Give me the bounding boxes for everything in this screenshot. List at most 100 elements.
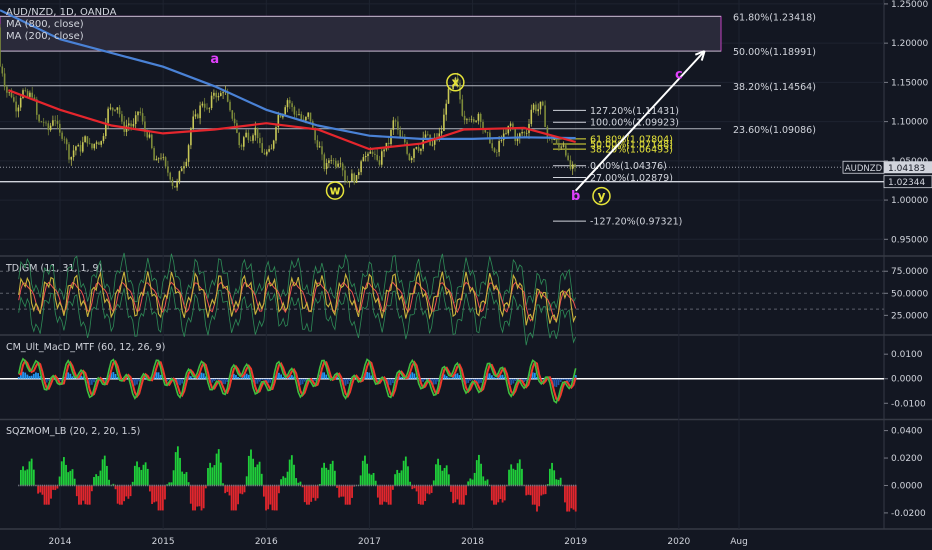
fib-zone[interactable] — [0, 15, 722, 52]
candle-body — [116, 107, 119, 110]
candle-body — [286, 100, 289, 108]
candle-body — [447, 88, 450, 104]
squeeze-bar — [493, 485, 495, 505]
squeeze-bar — [153, 485, 156, 503]
macd-histogram-bar — [456, 373, 459, 379]
squeeze-dot — [525, 484, 527, 487]
squeeze-bar — [372, 472, 375, 486]
squeeze-dot — [415, 484, 418, 487]
candle-body — [259, 138, 261, 144]
candle-body — [268, 149, 270, 152]
squeeze-bar — [508, 469, 510, 486]
squeeze-bar — [26, 469, 29, 486]
y-tick-label: -0.0100 — [891, 399, 926, 409]
squeeze-dot — [532, 484, 534, 487]
squeeze-dot — [312, 484, 314, 487]
macd-histogram-bar — [366, 371, 369, 379]
candle-body — [174, 186, 176, 188]
squeeze-bar — [458, 485, 461, 505]
squeeze-bar — [389, 485, 392, 505]
squeeze-dot — [39, 484, 41, 487]
squeeze-bar — [159, 485, 162, 511]
macd-histogram-bar — [213, 378, 216, 381]
macd-histogram-bar — [510, 378, 513, 385]
squeeze-dot — [20, 484, 22, 487]
wave-label[interactable]: c — [675, 67, 683, 82]
squeeze-dot — [493, 484, 495, 487]
squeeze-dot — [362, 484, 364, 487]
candle-body — [339, 163, 342, 165]
squeeze-dot — [495, 484, 497, 487]
squeeze-bar — [527, 485, 530, 495]
wave-label[interactable]: y — [598, 189, 606, 203]
squeeze-bar — [78, 485, 80, 505]
squeeze-bar — [327, 469, 330, 486]
wave-label[interactable]: w — [329, 184, 340, 198]
squeeze-dot — [463, 484, 465, 487]
squeeze-dot — [211, 484, 213, 487]
candle-body — [84, 136, 86, 143]
squeeze-bar — [419, 485, 422, 505]
macd-histogram-bar — [189, 376, 192, 379]
trading-chart[interactable]: 61.80%(1.23418) 50.00%(1.18991) 38.20%(1.1… — [0, 0, 932, 550]
squeeze-dot — [377, 484, 379, 487]
squeeze-dot — [538, 484, 540, 487]
macd-histogram-bar — [478, 378, 480, 384]
squeeze-dot — [220, 484, 222, 487]
squeeze-dot — [76, 484, 78, 487]
indicator-title[interactable]: CM_Ult_MacD_MTF (60, 12, 26, 9) — [6, 342, 165, 353]
squeeze-dot — [293, 484, 295, 487]
candle-body — [266, 151, 268, 155]
wave-label[interactable]: x — [451, 75, 459, 89]
macd-histogram-bar — [256, 378, 259, 384]
ma800-legend[interactable]: MA (800, close) — [6, 19, 84, 30]
candle-body — [415, 147, 418, 149]
candle-body — [408, 153, 411, 161]
candle-body — [91, 143, 93, 149]
macd-histogram-bar — [435, 378, 437, 385]
squeeze-bar — [368, 473, 371, 486]
ma200-legend[interactable]: MA (200, close) — [6, 31, 84, 42]
wave-label[interactable]: a — [210, 52, 219, 67]
macd-histogram-bar — [67, 372, 70, 379]
squeeze-dot — [433, 484, 435, 487]
candle-body — [323, 154, 326, 170]
candle-body — [26, 90, 29, 97]
symbol-title[interactable]: AUD/NZD, 1D, OANDA — [6, 7, 117, 18]
squeeze-bar — [273, 485, 276, 511]
squeeze-bar — [557, 479, 560, 486]
squeeze-bar — [417, 485, 420, 504]
squeeze-dot — [452, 484, 454, 487]
candle-body — [445, 103, 447, 115]
squeeze-bar — [41, 485, 44, 495]
macd-histogram-bar — [555, 378, 558, 388]
squeeze-bar — [340, 485, 343, 497]
squeeze-dot — [411, 484, 413, 487]
squeeze-dot — [155, 484, 157, 487]
squeeze-dot — [132, 484, 134, 487]
macd-histogram-bar — [32, 373, 35, 379]
wave-label[interactable]: b — [571, 189, 580, 204]
squeeze-bar — [129, 485, 132, 497]
fib-label: 50.00%(1.18991) — [733, 47, 816, 58]
squeeze-dot — [228, 484, 231, 487]
candle-body — [249, 140, 252, 141]
squeeze-bar — [155, 485, 158, 502]
candle-body — [542, 101, 544, 106]
squeeze-bar — [529, 485, 532, 496]
squeeze-bar — [447, 474, 450, 486]
indicator-title[interactable]: SQZMOM_LB (20, 2, 20, 1.5) — [6, 426, 140, 437]
squeeze-dot — [18, 484, 20, 487]
candle-body — [392, 120, 395, 130]
squeeze-dot — [179, 484, 181, 487]
macd-histogram-bar — [24, 372, 27, 379]
squeeze-dot — [508, 484, 510, 487]
candle-body — [410, 157, 413, 161]
candle-body — [496, 151, 498, 153]
candle-body — [70, 157, 73, 160]
squeeze-dot — [478, 484, 480, 487]
squeeze-bar — [176, 446, 179, 486]
squeeze-dot — [134, 484, 136, 487]
squeeze-dot — [458, 484, 461, 487]
squeeze-bar — [286, 471, 289, 486]
